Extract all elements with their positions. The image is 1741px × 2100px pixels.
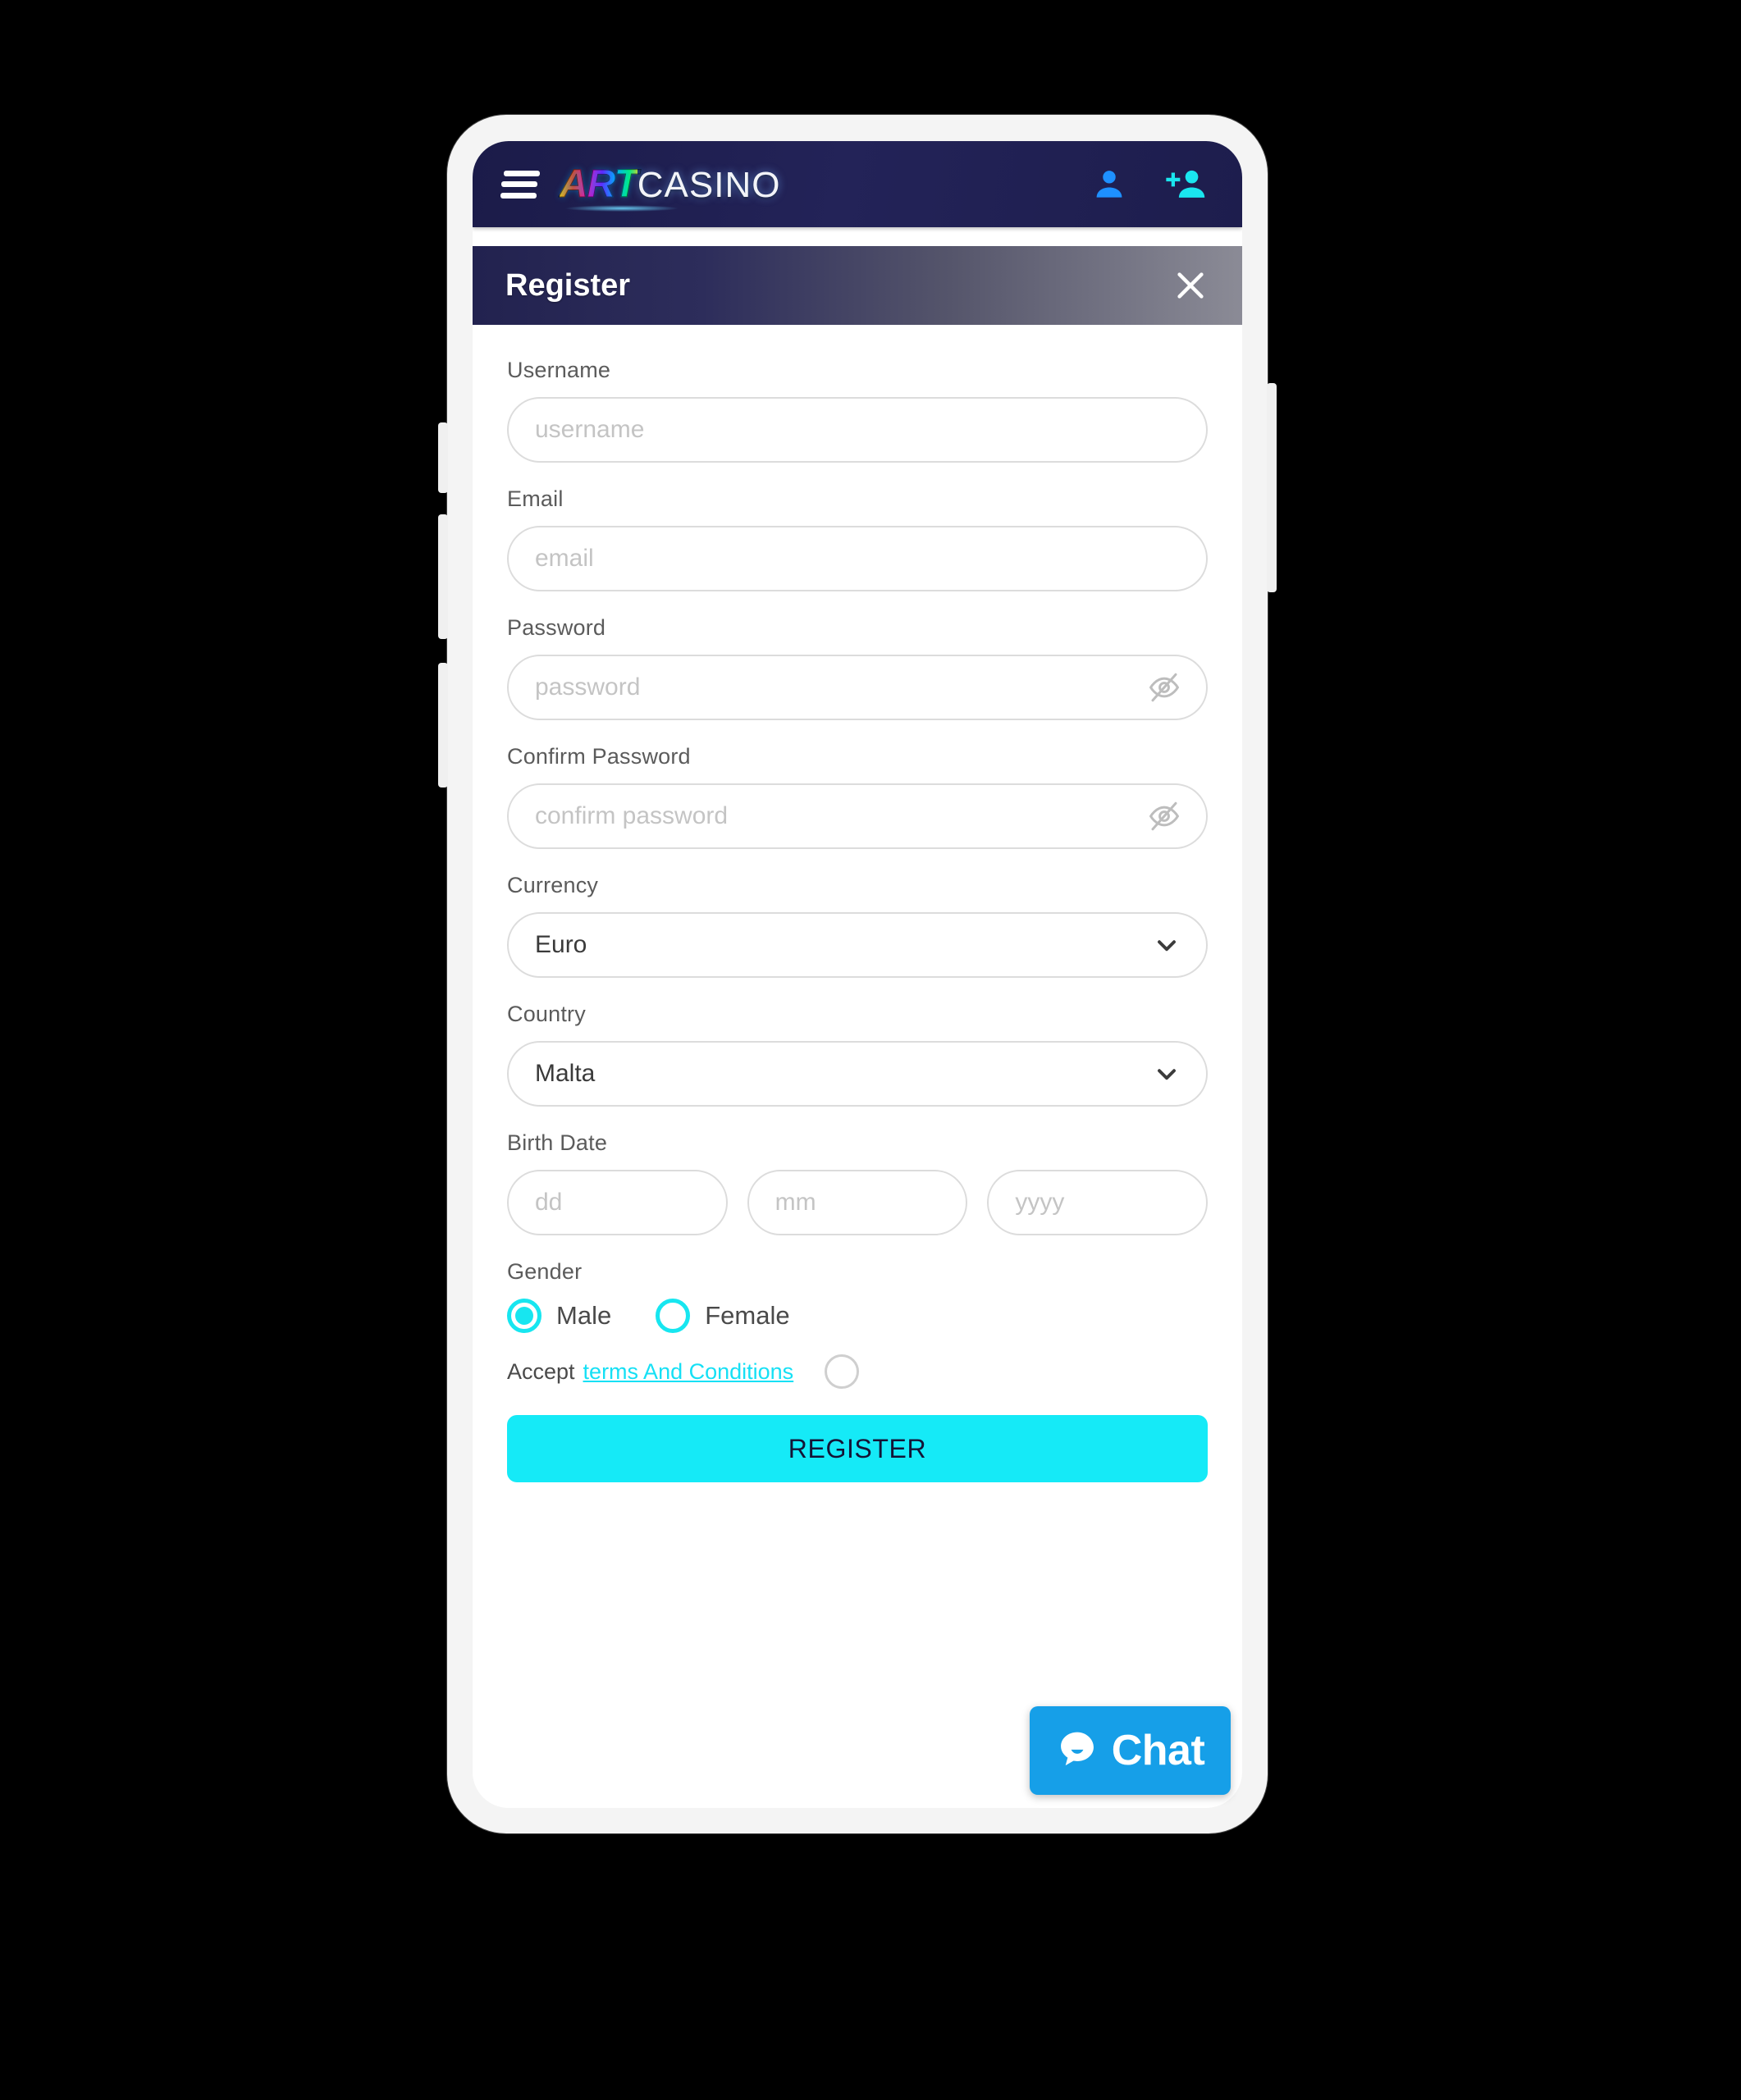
- chevron-down-icon[interactable]: [1152, 930, 1181, 960]
- currency-field-group: Currency Euro: [507, 873, 1208, 978]
- currency-label: Currency: [507, 873, 599, 897]
- terms-and-conditions-link[interactable]: terms And Conditions: [583, 1359, 794, 1385]
- gender-options: Male Female: [507, 1299, 1208, 1333]
- gender-male-label: Male: [556, 1301, 612, 1330]
- country-select[interactable]: Malta: [507, 1041, 1208, 1107]
- register-form: Username username Email email Password p…: [473, 325, 1242, 1482]
- username-field-group: Username username: [507, 358, 1208, 463]
- birthdate-year-placeholder: yyyy: [1015, 1189, 1065, 1216]
- radio-dot: [515, 1307, 533, 1325]
- hamburger-bar-2: [501, 181, 537, 187]
- username-label: Username: [507, 358, 611, 382]
- chat-widget-button[interactable]: Chat: [1030, 1706, 1231, 1795]
- gender-radio-male[interactable]: Male: [507, 1299, 611, 1333]
- password-input[interactable]: password: [507, 655, 1208, 720]
- hamburger-bar-3: [500, 192, 537, 199]
- hamburger-menu-icon[interactable]: [500, 170, 540, 199]
- phone-side-button-mute[interactable]: [438, 422, 448, 493]
- phone-volume-up-button[interactable]: [438, 514, 448, 639]
- gender-radio-female[interactable]: Female: [656, 1299, 790, 1333]
- page-title: Register: [505, 267, 631, 303]
- birthdate-month-placeholder: mm: [775, 1189, 816, 1216]
- phone-screen: ART CASINO Register Username username Em…: [473, 141, 1242, 1808]
- terms-row: Accept terms And Conditions: [507, 1354, 1208, 1389]
- password-field-group: Password password: [507, 615, 1208, 720]
- birthdate-year-input[interactable]: yyyy: [987, 1170, 1209, 1235]
- country-field-group: Country Malta: [507, 1002, 1208, 1107]
- birthdate-field-group: Birth Date dd mm yyyy: [507, 1130, 1209, 1235]
- brand-logo-art: ART: [560, 162, 639, 207]
- hamburger-bar-1: [504, 170, 540, 176]
- register-submit-button[interactable]: REGISTER: [507, 1415, 1208, 1482]
- phone-device-frame: ART CASINO Register Username username Em…: [438, 115, 1277, 1833]
- email-field[interactable]: email: [507, 526, 1208, 591]
- brand-logo[interactable]: ART CASINO: [560, 162, 781, 212]
- gender-field-group: Gender Male Female: [507, 1259, 1208, 1333]
- email-label: Email: [507, 486, 564, 511]
- person-icon[interactable]: [1091, 166, 1127, 203]
- currency-selected-value: Euro: [535, 931, 587, 958]
- register-modal-header: Register: [473, 246, 1242, 325]
- birthdate-day-input[interactable]: dd: [507, 1170, 728, 1235]
- username-input[interactable]: username: [507, 397, 1208, 463]
- confirm-password-placeholder: confirm password: [535, 802, 729, 829]
- gender-female-label: Female: [705, 1301, 790, 1330]
- terms-accept-label: Accept: [507, 1358, 575, 1384]
- email-placeholder: email: [535, 545, 594, 572]
- chat-bubble-icon: [1056, 1728, 1099, 1774]
- register-modal: Register Username username Email email P…: [473, 246, 1242, 1482]
- terms-checkbox[interactable]: [825, 1354, 860, 1389]
- email-field-group: Email email: [507, 486, 1208, 591]
- confirm-password-label: Confirm Password: [507, 744, 691, 769]
- site-navbar: ART CASINO: [473, 141, 1242, 227]
- chat-widget-label: Chat: [1111, 1727, 1205, 1774]
- birthdate-row: dd mm yyyy: [507, 1170, 1209, 1235]
- radio-selected-icon: [507, 1299, 541, 1333]
- username-placeholder: username: [535, 416, 645, 443]
- eye-off-icon[interactable]: [1147, 799, 1181, 833]
- birthdate-month-input[interactable]: mm: [747, 1170, 968, 1235]
- currency-select[interactable]: Euro: [507, 912, 1208, 978]
- phone-volume-down-button[interactable]: [438, 663, 448, 788]
- password-placeholder: password: [535, 673, 641, 701]
- country-label: Country: [507, 1002, 586, 1026]
- person-add-icon[interactable]: [1163, 166, 1209, 203]
- country-selected-value: Malta: [535, 1060, 596, 1087]
- close-icon[interactable]: [1172, 267, 1209, 304]
- confirm-password-input[interactable]: confirm password: [507, 783, 1208, 849]
- chevron-down-icon[interactable]: [1152, 1059, 1181, 1089]
- password-label: Password: [507, 615, 606, 640]
- navbar-actions: [1091, 166, 1214, 203]
- eye-off-icon[interactable]: [1147, 670, 1181, 705]
- gender-label: Gender: [507, 1259, 583, 1284]
- brand-logo-casino: CASINO: [637, 165, 781, 205]
- birthdate-label: Birth Date: [507, 1130, 608, 1155]
- radio-unselected-icon: [656, 1299, 691, 1333]
- phone-power-button[interactable]: [1267, 383, 1277, 592]
- confirm-password-field-group: Confirm Password confirm password: [507, 744, 1208, 849]
- birthdate-day-placeholder: dd: [535, 1189, 563, 1216]
